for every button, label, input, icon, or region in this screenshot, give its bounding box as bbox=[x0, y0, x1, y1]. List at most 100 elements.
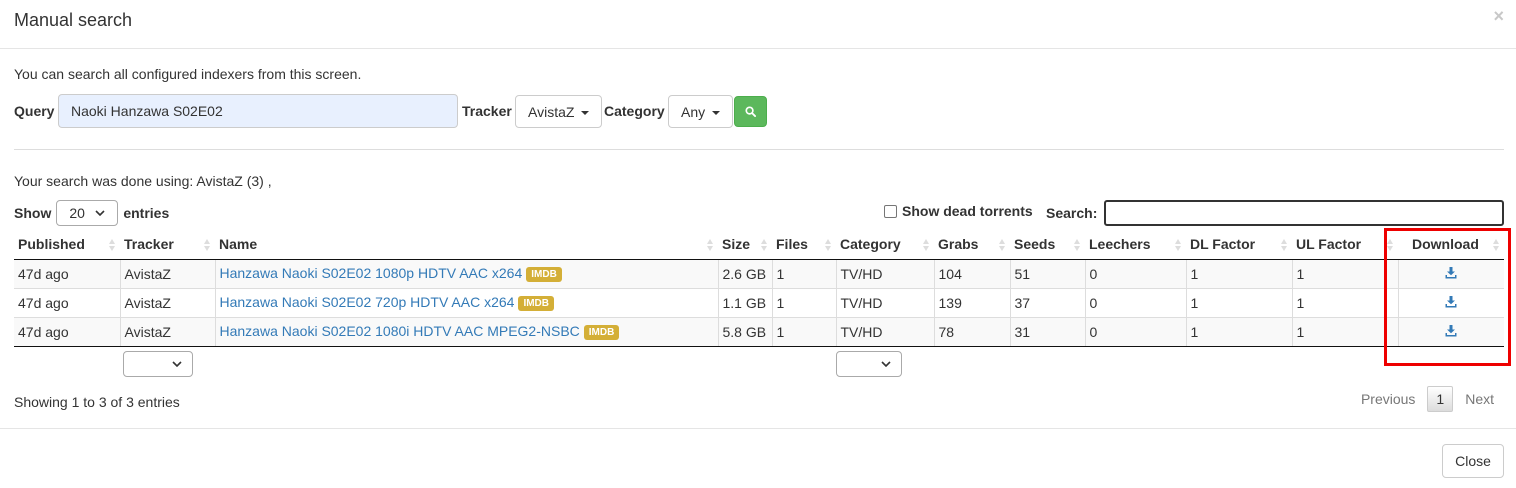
search-button[interactable] bbox=[734, 96, 767, 127]
dead-torrents-label: Show dead torrents bbox=[902, 203, 1033, 219]
cell-leechers: 0 bbox=[1084, 287, 1186, 317]
col-download[interactable]: Download bbox=[1398, 230, 1504, 260]
cell-name: Hanzawa Naoki S02E02 1080p HDTV AAC x264… bbox=[214, 258, 718, 288]
next-button[interactable]: Next bbox=[1455, 386, 1504, 412]
divider bbox=[14, 149, 1504, 150]
entries-select[interactable]: 20 bbox=[56, 200, 119, 226]
cell-tracker: AvistaZ bbox=[119, 316, 215, 347]
page-length-control: Show 20 entries bbox=[14, 200, 169, 226]
tracker-filter-select[interactable] bbox=[123, 351, 193, 377]
sort-icon bbox=[1387, 239, 1394, 251]
col-category[interactable]: Category bbox=[836, 230, 934, 260]
cell-leechers: 0 bbox=[1084, 316, 1186, 347]
search-form: Query Tracker AvistaZ Category Any bbox=[14, 94, 774, 128]
tracker-value: AvistaZ bbox=[528, 103, 575, 120]
cell-grabs: 104 bbox=[933, 258, 1010, 288]
download-icon[interactable] bbox=[1445, 324, 1457, 337]
show-dead-torrents[interactable]: Show dead torrents bbox=[884, 203, 1033, 219]
col-leechers[interactable]: Leechers bbox=[1085, 230, 1186, 260]
chevron-down-icon bbox=[95, 210, 105, 216]
cell-category: TV/HD bbox=[835, 316, 934, 347]
tracker-dropdown[interactable]: AvistaZ bbox=[515, 95, 603, 128]
cell-size: 5.8 GB bbox=[717, 316, 772, 347]
cell-published: 47d ago bbox=[14, 258, 120, 288]
query-label: Query bbox=[14, 103, 55, 119]
cell-seeds: 31 bbox=[1009, 316, 1085, 347]
caret-down-icon bbox=[581, 110, 590, 115]
table-row: 47d ago AvistaZ Hanzawa Naoki S02E02 108… bbox=[14, 316, 1504, 347]
category-dropdown[interactable]: Any bbox=[668, 95, 734, 128]
col-files[interactable]: Files bbox=[772, 230, 836, 260]
sort-icon bbox=[999, 239, 1006, 251]
category-label: Category bbox=[604, 103, 665, 119]
col-seeds[interactable]: Seeds bbox=[1010, 230, 1085, 260]
cell-category: TV/HD bbox=[835, 287, 934, 317]
col-tracker[interactable]: Tracker bbox=[120, 230, 215, 260]
category-filter-select[interactable] bbox=[836, 351, 902, 377]
col-size[interactable]: Size bbox=[718, 230, 772, 260]
imdb-badge[interactable]: IMDB bbox=[583, 325, 620, 340]
imdb-badge[interactable]: IMDB bbox=[518, 296, 555, 311]
cell-download bbox=[1397, 316, 1504, 347]
sort-icon bbox=[1175, 239, 1182, 251]
dead-torrents-checkbox[interactable] bbox=[884, 204, 897, 218]
sort-icon bbox=[109, 239, 116, 251]
col-ul-factor[interactable]: UL Factor bbox=[1292, 230, 1398, 260]
cell-files: 1 bbox=[771, 316, 836, 347]
cell-category: TV/HD bbox=[835, 258, 934, 288]
release-link[interactable]: Hanzawa Naoki S02E02 720p HDTV AAC x264 bbox=[220, 294, 515, 310]
table-search-input[interactable] bbox=[1104, 200, 1504, 226]
table-header-row: Published Tracker Name Size Files Catego… bbox=[14, 230, 1504, 260]
cell-published: 47d ago bbox=[14, 316, 120, 347]
cell-leechers: 0 bbox=[1084, 258, 1186, 288]
close-button[interactable]: Close bbox=[1442, 444, 1504, 478]
col-dl-factor[interactable]: DL Factor bbox=[1186, 230, 1292, 260]
modal-title: Manual search bbox=[14, 10, 133, 30]
cell-dl-factor: 1 bbox=[1185, 258, 1292, 288]
entries-value: 20 bbox=[69, 205, 85, 221]
sort-icon bbox=[825, 239, 832, 251]
pagination: Previous 1 Next bbox=[1351, 386, 1504, 412]
cell-seeds: 37 bbox=[1009, 287, 1085, 317]
sort-icon bbox=[1281, 239, 1288, 251]
download-icon[interactable] bbox=[1445, 266, 1457, 279]
col-grabs[interactable]: Grabs bbox=[934, 230, 1010, 260]
chevron-down-icon bbox=[172, 361, 182, 367]
tracker-label: Tracker bbox=[462, 103, 512, 119]
query-input[interactable] bbox=[58, 94, 458, 128]
cell-grabs: 78 bbox=[933, 316, 1010, 347]
sort-icon bbox=[1074, 239, 1081, 251]
previous-button[interactable]: Previous bbox=[1351, 386, 1425, 412]
cell-dl-factor: 1 bbox=[1185, 316, 1292, 347]
cell-size: 1.1 GB bbox=[717, 287, 772, 317]
table-search-label: Search: bbox=[1046, 205, 1098, 221]
caret-down-icon bbox=[712, 110, 721, 115]
release-link[interactable]: Hanzawa Naoki S02E02 1080i HDTV AAC MPEG… bbox=[220, 323, 580, 339]
sort-icon bbox=[923, 239, 930, 251]
sort-icon bbox=[204, 239, 211, 251]
cell-dl-factor: 1 bbox=[1185, 287, 1292, 317]
modal-footer-divider bbox=[0, 428, 1516, 429]
col-name[interactable]: Name bbox=[215, 230, 718, 260]
cell-download bbox=[1397, 287, 1504, 317]
imdb-badge[interactable]: IMDB bbox=[526, 267, 562, 282]
show-label: Show bbox=[14, 205, 52, 221]
cell-files: 1 bbox=[771, 287, 836, 317]
cell-tracker: AvistaZ bbox=[119, 287, 215, 317]
sort-icon bbox=[761, 239, 768, 251]
page-1-button[interactable]: 1 bbox=[1427, 386, 1454, 412]
search-summary: Your search was done using: AvistaZ (3) … bbox=[14, 173, 272, 189]
cell-size: 2.6 GB bbox=[717, 258, 772, 288]
release-link[interactable]: Hanzawa Naoki S02E02 1080p HDTV AAC x264 bbox=[220, 265, 523, 281]
table-row: 47d ago AvistaZ Hanzawa Naoki S02E02 108… bbox=[14, 258, 1504, 288]
col-published[interactable]: Published bbox=[14, 230, 120, 260]
close-icon[interactable]: × bbox=[1493, 6, 1504, 27]
cell-download bbox=[1397, 258, 1504, 288]
cell-seeds: 51 bbox=[1009, 258, 1085, 288]
cell-published: 47d ago bbox=[14, 287, 120, 317]
cell-grabs: 139 bbox=[933, 287, 1010, 317]
download-icon[interactable] bbox=[1445, 295, 1457, 308]
entries-label: entries bbox=[123, 205, 170, 221]
cell-tracker: AvistaZ bbox=[119, 258, 215, 288]
table-info: Showing 1 to 3 of 3 entries bbox=[14, 394, 180, 410]
